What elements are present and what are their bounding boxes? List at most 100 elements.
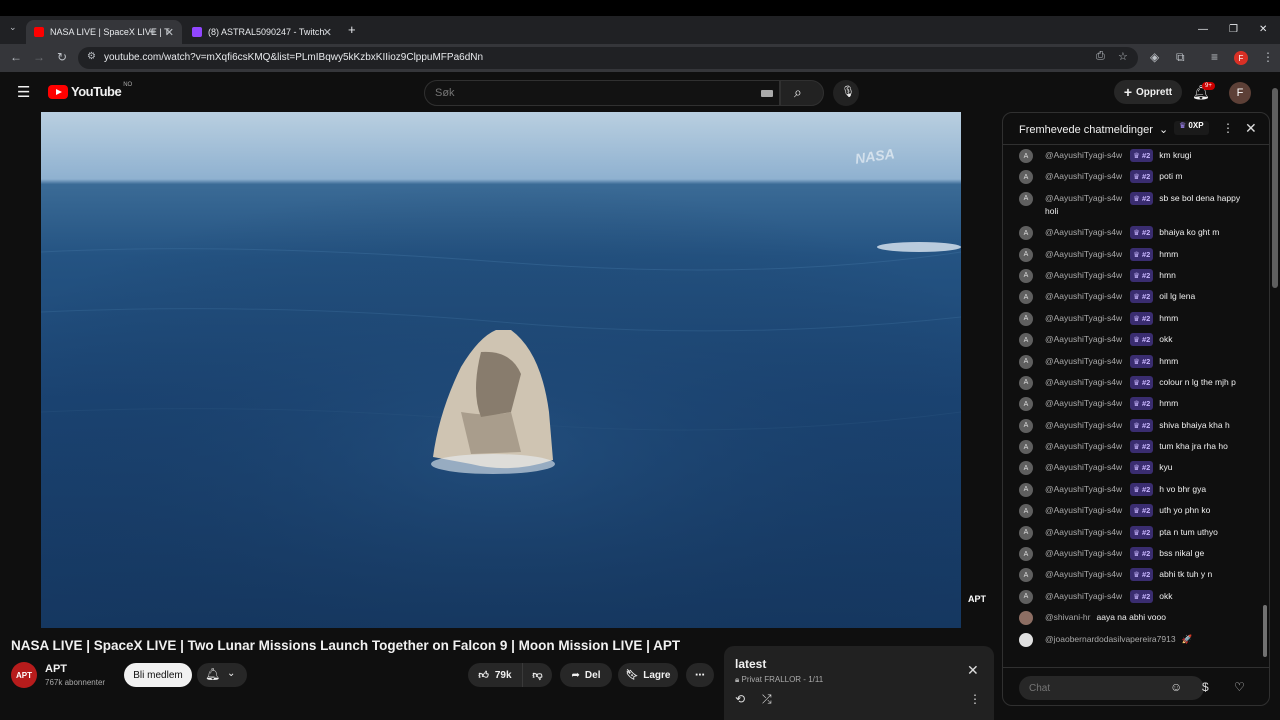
chat-message[interactable]: A @AayushiTyagi-s4w ♛ #2 km krugi bbox=[1003, 149, 1269, 163]
chat-message[interactable]: A @AayushiTyagi-s4w ♛ #2 abhi tk tuh y n bbox=[1003, 568, 1269, 583]
chat-author-name[interactable]: @AayushiTyagi-s4w bbox=[1045, 270, 1122, 280]
chat-mode-dropdown[interactable]: Fremhevede chatmeldinger ⌄ bbox=[1019, 123, 1168, 136]
url-text[interactable]: youtube.com/watch?v=mXqfi6csKMQ&list=PLm… bbox=[104, 52, 483, 63]
voice-search-button[interactable]: 🎙︎ bbox=[833, 80, 859, 106]
chat-menu-icon[interactable]: ⋮ bbox=[1222, 121, 1234, 135]
chat-author-name[interactable]: @AayushiTyagi-s4w bbox=[1045, 484, 1122, 494]
bookmark-star-icon[interactable]: ☆ bbox=[1118, 50, 1128, 63]
chat-author-name[interactable]: @AayushiTyagi-s4w bbox=[1045, 527, 1122, 537]
chat-author-avatar[interactable]: A bbox=[1019, 354, 1033, 369]
video-player[interactable]: NASA bbox=[41, 112, 961, 628]
chat-message[interactable]: A @AayushiTyagi-s4w ♛ #2 h vo bhr gya bbox=[1003, 482, 1269, 497]
chat-author-avatar[interactable]: A bbox=[1019, 268, 1033, 283]
chat-message[interactable]: A @AayushiTyagi-s4w ♛ #2 shiva bhaiya kha h bbox=[1003, 418, 1269, 433]
chat-message[interactable]: A @AayushiTyagi-s4w ♛ #2 kyu bbox=[1003, 461, 1269, 476]
chat-author-avatar[interactable]: A bbox=[1019, 290, 1033, 305]
xp-badge[interactable]: ♛ 0XP bbox=[1174, 121, 1209, 135]
chat-message[interactable]: A @AayushiTyagi-s4w ♛ #2 poti m bbox=[1003, 170, 1269, 185]
chat-author-name[interactable]: @AayushiTyagi-s4w bbox=[1045, 569, 1122, 579]
chat-message[interactable]: @shivani-hr aaya na abhi vooo bbox=[1003, 611, 1269, 626]
install-app-icon[interactable]: ⎙ bbox=[1096, 50, 1105, 63]
media-control-icon[interactable]: ≡ bbox=[1211, 50, 1218, 64]
chat-scrollbar[interactable] bbox=[1263, 149, 1267, 657]
chat-author-avatar[interactable]: A bbox=[1019, 461, 1033, 476]
new-tab-icon[interactable]: + bbox=[348, 22, 356, 37]
chat-message[interactable]: A @AayushiTyagi-s4w ♛ #2 colour n lg the mj… bbox=[1003, 375, 1269, 390]
chat-author-name[interactable]: @AayushiTyagi-s4w bbox=[1045, 356, 1122, 366]
chat-author-avatar[interactable] bbox=[1019, 632, 1033, 647]
chat-message[interactable]: A @AayushiTyagi-s4w ♛ #2 uth yo phn ko bbox=[1003, 504, 1269, 519]
chat-author-name[interactable]: @AayushiTyagi-s4w bbox=[1045, 334, 1122, 344]
chat-author-name[interactable]: @AayushiTyagi-s4w bbox=[1045, 150, 1122, 160]
chat-message[interactable]: A @AayushiTyagi-s4w ♛ #2 okk bbox=[1003, 589, 1269, 604]
shuffle-icon[interactable]: ⤮ bbox=[762, 692, 772, 707]
chat-author-avatar[interactable]: A bbox=[1019, 397, 1033, 412]
close-icon[interactable]: ✕ bbox=[967, 662, 979, 679]
chat-author-avatar[interactable]: A bbox=[1019, 149, 1033, 163]
chat-author-name[interactable]: @AayushiTyagi-s4w bbox=[1045, 441, 1122, 451]
heart-icon[interactable]: ♡ bbox=[1234, 680, 1245, 694]
tab-twitch[interactable]: (8) ASTRAL5090247 - Twitch ✕ bbox=[184, 20, 340, 44]
chat-author-name[interactable]: @AayushiTyagi-s4w bbox=[1045, 398, 1122, 408]
chat-author-avatar[interactable]: A bbox=[1019, 525, 1033, 540]
save-button[interactable]: 🔖︎ Lagre bbox=[618, 663, 678, 687]
join-button[interactable]: Bli medlem bbox=[124, 663, 192, 687]
profile-avatar[interactable]: F bbox=[1234, 51, 1248, 65]
create-button[interactable]: + Opprett bbox=[1114, 80, 1182, 104]
chat-author-avatar[interactable]: A bbox=[1019, 247, 1033, 262]
window-close-icon[interactable]: ✕ bbox=[1259, 24, 1267, 35]
chat-author-avatar[interactable]: A bbox=[1019, 170, 1033, 185]
chat-message[interactable]: A @AayushiTyagi-s4w ♛ #2 hmm bbox=[1003, 397, 1269, 412]
search-button[interactable]: ⌕ bbox=[780, 80, 824, 106]
channel-name[interactable]: APT bbox=[45, 663, 67, 675]
chat-author-avatar[interactable]: A bbox=[1019, 547, 1033, 562]
chat-message[interactable]: @joaobernardodasilvapereira7913 🚀 bbox=[1003, 632, 1269, 647]
chat-author-avatar[interactable]: A bbox=[1019, 504, 1033, 519]
page-scrollbar[interactable] bbox=[1272, 88, 1278, 288]
search-input[interactable] bbox=[425, 81, 725, 105]
chat-message[interactable]: A @AayushiTyagi-s4w ♛ #2 bss nikal ge bbox=[1003, 547, 1269, 562]
site-info-icon[interactable]: ⚙︎ bbox=[87, 51, 96, 62]
chat-author-name[interactable]: @AayushiTyagi-s4w bbox=[1045, 377, 1122, 387]
tab-search-icon[interactable]: ⌄ bbox=[9, 22, 17, 33]
chat-author-name[interactable]: @AayushiTyagi-s4w bbox=[1045, 291, 1122, 301]
chat-message[interactable]: A @AayushiTyagi-s4w ♛ #2 pta n tum uthyo bbox=[1003, 525, 1269, 540]
chat-author-name[interactable]: @AayushiTyagi-s4w bbox=[1045, 505, 1122, 515]
hamburger-menu-icon[interactable]: ☰ bbox=[17, 83, 30, 101]
tab-youtube[interactable]: NASA LIVE | SpaceX LIVE | T 🔊︎ ✕ bbox=[26, 20, 182, 44]
address-bar[interactable]: ⚙︎ youtube.com/watch?v=mXqfi6csKMQ&list=… bbox=[78, 47, 1138, 69]
restore-icon[interactable]: ❐ bbox=[1229, 24, 1238, 35]
chat-author-avatar[interactable]: A bbox=[1019, 482, 1033, 497]
minimize-icon[interactable]: — bbox=[1198, 24, 1208, 35]
chat-message[interactable]: A @AayushiTyagi-s4w ♛ #2 oil lg lena bbox=[1003, 290, 1269, 305]
chat-author-name[interactable]: @AayushiTyagi-s4w bbox=[1045, 193, 1122, 203]
chat-author-name[interactable]: @AayushiTyagi-s4w bbox=[1045, 548, 1122, 558]
chat-author-avatar[interactable]: A bbox=[1019, 191, 1033, 206]
chat-message[interactable]: A @AayushiTyagi-s4w ♛ #2 bhaiya ko ght m bbox=[1003, 226, 1269, 241]
reload-icon[interactable]: ↻ bbox=[57, 50, 67, 64]
puzzle-icon[interactable]: ⧉ bbox=[1176, 50, 1185, 65]
channel-avatar[interactable]: APT bbox=[11, 662, 37, 688]
chat-author-name[interactable]: @AayushiTyagi-s4w bbox=[1045, 462, 1122, 472]
like-button[interactable]: 👍︎ 79k bbox=[468, 663, 522, 687]
chat-message[interactable]: A @AayushiTyagi-s4w ♛ #2 okk bbox=[1003, 333, 1269, 348]
chat-author-name[interactable]: @AayushiTyagi-s4w bbox=[1045, 313, 1122, 323]
extension-icon[interactable]: ◈ bbox=[1150, 50, 1159, 64]
close-icon[interactable]: ✕ bbox=[165, 26, 174, 39]
emoji-icon[interactable]: ☺ bbox=[1170, 680, 1182, 694]
chat-author-avatar[interactable]: A bbox=[1019, 418, 1033, 433]
chat-author-name[interactable]: @AayushiTyagi-s4w bbox=[1045, 249, 1122, 259]
back-icon[interactable]: ← bbox=[10, 50, 22, 64]
chat-author-avatar[interactable]: A bbox=[1019, 589, 1033, 604]
loop-icon[interactable]: ⟲ bbox=[735, 692, 745, 706]
chat-author-avatar[interactable]: A bbox=[1019, 568, 1033, 583]
chat-author-name[interactable]: @AayushiTyagi-s4w bbox=[1045, 171, 1122, 181]
super-chat-icon[interactable]: $ bbox=[1202, 680, 1209, 694]
notification-settings-button[interactable]: 🔔︎ ⌄ bbox=[197, 663, 247, 687]
close-icon[interactable]: ✕ bbox=[323, 26, 332, 39]
playlist-title[interactable]: latest bbox=[735, 657, 766, 671]
chat-message[interactable]: A @AayushiTyagi-s4w ♛ #2 hmm bbox=[1003, 354, 1269, 369]
youtube-logo[interactable]: YouTube NO bbox=[48, 82, 132, 99]
forward-icon[interactable]: → bbox=[33, 50, 45, 64]
dislike-button[interactable]: 👎︎ bbox=[522, 663, 552, 687]
